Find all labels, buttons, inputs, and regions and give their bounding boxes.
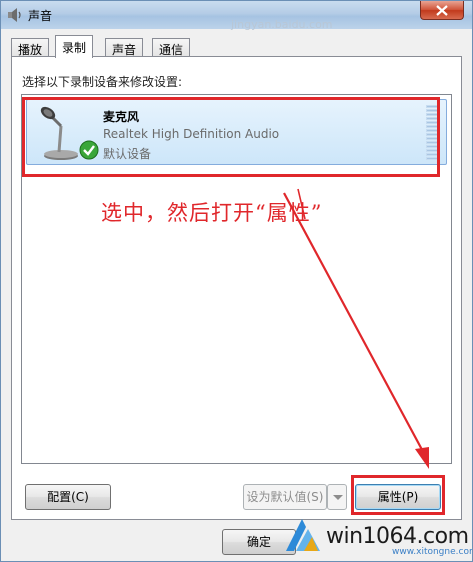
logo-icon [286,519,320,551]
site-watermark: win1064.com www.xitongne.com [282,511,472,557]
arrow-annotation [283,188,429,469]
watermark-domain: win1064.com [326,524,469,549]
annotation-text: 选中，然后打开“属性” [101,201,323,225]
sound-dialog: 声音 jingyan.baidu.com 播放 录制 声音 通信 选择以下录制设… [0,0,473,562]
watermark-url: www.xitongne.com [392,547,473,557]
tab-recording[interactable]: 录制 [55,35,94,58]
